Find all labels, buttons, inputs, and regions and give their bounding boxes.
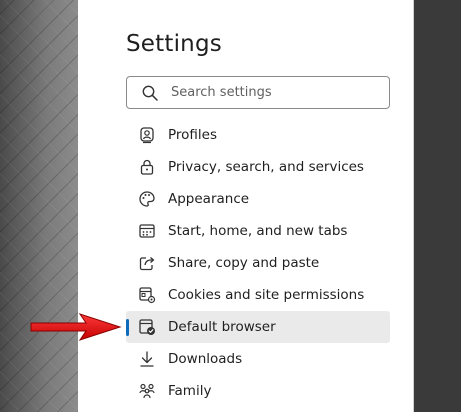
share-icon [139, 257, 155, 271]
profile-icon [140, 127, 154, 144]
sidebar-item-label: Appearance [168, 191, 250, 207]
sidebar-item-label: Privacy, search, and services [168, 159, 364, 175]
sidebar-item-default-browser[interactable]: Default browser [126, 311, 390, 343]
sidebar-item-share[interactable]: Share, copy and paste [126, 247, 390, 279]
red-arrow-annotation [30, 313, 122, 341]
sidebar-item-downloads[interactable]: Downloads [126, 343, 390, 375]
settings-panel: Settings Profiles Privacy, search, and s [78, 0, 414, 412]
desktop-background [0, 0, 78, 412]
sidebar-item-label: Profiles [168, 127, 218, 143]
sidebar-item-profiles[interactable]: Profiles [126, 119, 390, 151]
settings-nav: Profiles Privacy, search, and services A… [126, 119, 390, 407]
sidebar-item-privacy[interactable]: Privacy, search, and services [126, 151, 390, 183]
default-browser-icon [139, 319, 155, 335]
sidebar-item-label: Family [168, 383, 212, 399]
sidebar-item-label: Cookies and site permissions [168, 287, 365, 303]
page-title: Settings [126, 31, 222, 57]
lock-icon [140, 159, 154, 175]
sidebar-item-label: Share, copy and paste [168, 255, 320, 271]
sidebar-item-family[interactable]: Family [126, 375, 390, 407]
search-input[interactable] [171, 77, 381, 108]
sidebar-item-label: Start, home, and new tabs [168, 223, 348, 239]
family-icon [139, 383, 155, 399]
sidebar-item-appearance[interactable]: Appearance [126, 183, 390, 215]
sidebar-item-label: Downloads [168, 351, 243, 367]
palette-icon [139, 191, 155, 207]
search-box[interactable] [126, 76, 390, 109]
search-icon [142, 85, 158, 101]
sidebar-item-cookies[interactable]: Cookies and site permissions [126, 279, 390, 311]
desktop-background-right [414, 0, 461, 412]
new-tab-icon [139, 224, 155, 238]
sidebar-item-start-home[interactable]: Start, home, and new tabs [126, 215, 390, 247]
sidebar-item-label: Default browser [168, 319, 276, 335]
cookie-settings-icon [139, 287, 156, 304]
download-icon [140, 351, 154, 367]
